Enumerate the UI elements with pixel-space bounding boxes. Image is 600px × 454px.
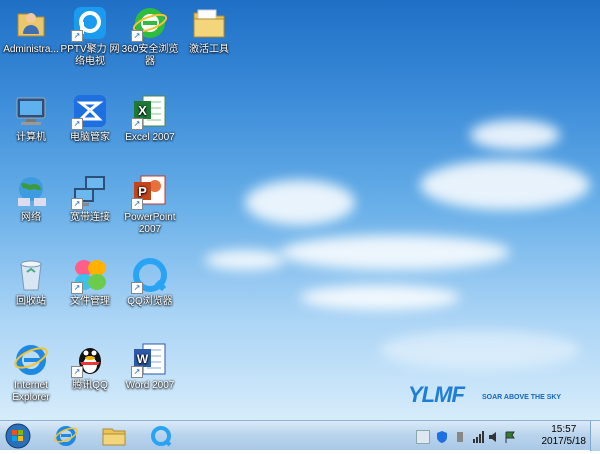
user-folder-icon bbox=[12, 4, 50, 42]
cloud bbox=[380, 330, 580, 370]
folder-icon bbox=[190, 4, 228, 42]
icon-label: Internet Explorer bbox=[12, 380, 50, 403]
cloud bbox=[245, 180, 355, 225]
desktop-icon-computer[interactable]: 计算机 bbox=[0, 92, 62, 144]
clock[interactable]: 15:57 2017/5/18 bbox=[542, 424, 587, 448]
desktop-icon-file-manager[interactable]: ↗ 文件管理 bbox=[59, 256, 121, 308]
logo-brand: YLMF bbox=[408, 382, 465, 407]
pc-manager-icon: ↗ bbox=[71, 92, 109, 130]
icon-label: 回收站 bbox=[16, 296, 46, 307]
ylmf-logo: YLMF SOAR ABOVE THE SKY bbox=[408, 382, 562, 412]
desktop-icon-pc-manager[interactable]: ↗ 电脑管家 bbox=[59, 92, 121, 144]
icon-label: Administra... bbox=[3, 44, 59, 55]
shortcut-arrow-icon: ↗ bbox=[131, 198, 143, 210]
desktop[interactable]: Administra... 计算机 网络 回收站 Internet Explor… bbox=[0, 0, 600, 420]
pen-icon[interactable] bbox=[454, 430, 466, 442]
volume-icon[interactable] bbox=[488, 430, 500, 442]
clock-date: 2017/5/18 bbox=[541, 436, 587, 447]
shield-icon[interactable] bbox=[436, 430, 448, 443]
icon-label: 激活工具 bbox=[189, 44, 229, 55]
desktop-icon-pptv[interactable]: ↗ PPTV聚力 网络电视 bbox=[59, 4, 121, 68]
icon-label: 腾讯QQ bbox=[72, 380, 108, 391]
computer-icon bbox=[12, 92, 50, 130]
desktop-icon-network[interactable]: 网络 bbox=[0, 172, 62, 224]
qq-browser-icon: ↗ bbox=[131, 256, 169, 294]
broadband-icon: ↗ bbox=[71, 172, 109, 210]
powerpoint-icon: P ↗ bbox=[131, 172, 169, 210]
qq-penguin-icon: ↗ bbox=[71, 340, 109, 378]
icon-label: 360安全浏览器 bbox=[121, 44, 179, 67]
cloud bbox=[280, 235, 510, 270]
icon-label: PPTV聚力 网络电视 bbox=[60, 44, 120, 67]
folder-icon bbox=[102, 428, 126, 446]
cloud bbox=[300, 285, 460, 310]
pptv-icon: ↗ bbox=[71, 4, 109, 42]
file-manager-icon: ↗ bbox=[71, 256, 109, 294]
recycle-bin-icon bbox=[12, 256, 50, 294]
desktop-icon-recycle-bin[interactable]: 回收站 bbox=[0, 256, 62, 308]
icon-label: Excel 2007 bbox=[125, 132, 175, 143]
shortcut-arrow-icon: ↗ bbox=[71, 118, 83, 130]
desktop-icon-ie[interactable]: Internet Explorer bbox=[0, 340, 62, 404]
taskbar-explorer-button[interactable] bbox=[94, 423, 134, 449]
desktop-icon-word[interactable]: W ↗ Word 2007 bbox=[119, 340, 181, 392]
desktop-icon-powerpoint[interactable]: P ↗ PowerPoint 2007 bbox=[119, 172, 181, 236]
icon-label: 网络 bbox=[21, 212, 41, 223]
excel-icon: X ↗ bbox=[131, 92, 169, 130]
shortcut-arrow-icon: ↗ bbox=[71, 366, 83, 378]
qq-browser-icon bbox=[151, 426, 172, 447]
word-icon: W ↗ bbox=[131, 340, 169, 378]
shortcut-arrow-icon: ↗ bbox=[131, 282, 143, 294]
desktop-icon-qq-browser[interactable]: ↗ QQ浏览器 bbox=[119, 256, 181, 308]
icon-label: 电脑管家 bbox=[70, 132, 110, 143]
taskbar-qq-browser-button[interactable] bbox=[141, 423, 181, 449]
network-signal-icon[interactable] bbox=[472, 430, 484, 443]
keyboard-icon[interactable] bbox=[416, 430, 430, 444]
system-tray: 15:57 2017/5/18 bbox=[410, 421, 600, 451]
ie-icon bbox=[54, 426, 78, 446]
flag-icon[interactable] bbox=[504, 430, 516, 443]
desktop-icon-administrator[interactable]: Administra... bbox=[0, 4, 62, 56]
svg-text:W: W bbox=[137, 352, 149, 366]
cloud bbox=[205, 250, 285, 270]
shortcut-arrow-icon: ↗ bbox=[131, 118, 143, 130]
icon-label: QQ浏览器 bbox=[127, 296, 173, 307]
network-icon bbox=[12, 172, 50, 210]
cloud bbox=[420, 160, 590, 210]
desktop-icon-broadband[interactable]: ↗ 宽带连接 bbox=[59, 172, 121, 224]
shortcut-arrow-icon: ↗ bbox=[71, 198, 83, 210]
icon-label: Word 2007 bbox=[125, 380, 175, 391]
desktop-icon-qq[interactable]: ↗ 腾讯QQ bbox=[59, 340, 121, 392]
logo-slogan: SOAR ABOVE THE SKY bbox=[482, 394, 562, 401]
icon-label: 文件管理 bbox=[70, 296, 110, 307]
icon-label: PowerPoint 2007 bbox=[124, 212, 176, 235]
desktop-icon-tools[interactable]: 激活工具 bbox=[178, 4, 240, 56]
shortcut-arrow-icon: ↗ bbox=[131, 366, 143, 378]
icon-label: 计算机 bbox=[16, 132, 46, 143]
shortcut-arrow-icon: ↗ bbox=[71, 282, 83, 294]
360-browser-icon: ↗ bbox=[131, 4, 169, 42]
start-button[interactable] bbox=[4, 423, 32, 449]
shortcut-arrow-icon: ↗ bbox=[131, 30, 143, 42]
svg-text:X: X bbox=[138, 103, 147, 118]
ie-icon bbox=[12, 340, 50, 378]
taskbar: 15:57 2017/5/18 bbox=[0, 420, 600, 451]
desktop-icon-excel[interactable]: X ↗ Excel 2007 bbox=[119, 92, 181, 144]
shortcut-arrow-icon: ↗ bbox=[71, 30, 83, 42]
icon-label: 宽带连接 bbox=[70, 212, 110, 223]
cloud bbox=[470, 120, 560, 150]
clock-time: 15:57 bbox=[551, 424, 577, 435]
show-desktop-button[interactable] bbox=[590, 421, 600, 451]
taskbar-ie-button[interactable] bbox=[46, 423, 86, 449]
desktop-icon-360-browser[interactable]: ↗ 360安全浏览器 bbox=[119, 4, 181, 68]
svg-text:P: P bbox=[138, 184, 147, 199]
